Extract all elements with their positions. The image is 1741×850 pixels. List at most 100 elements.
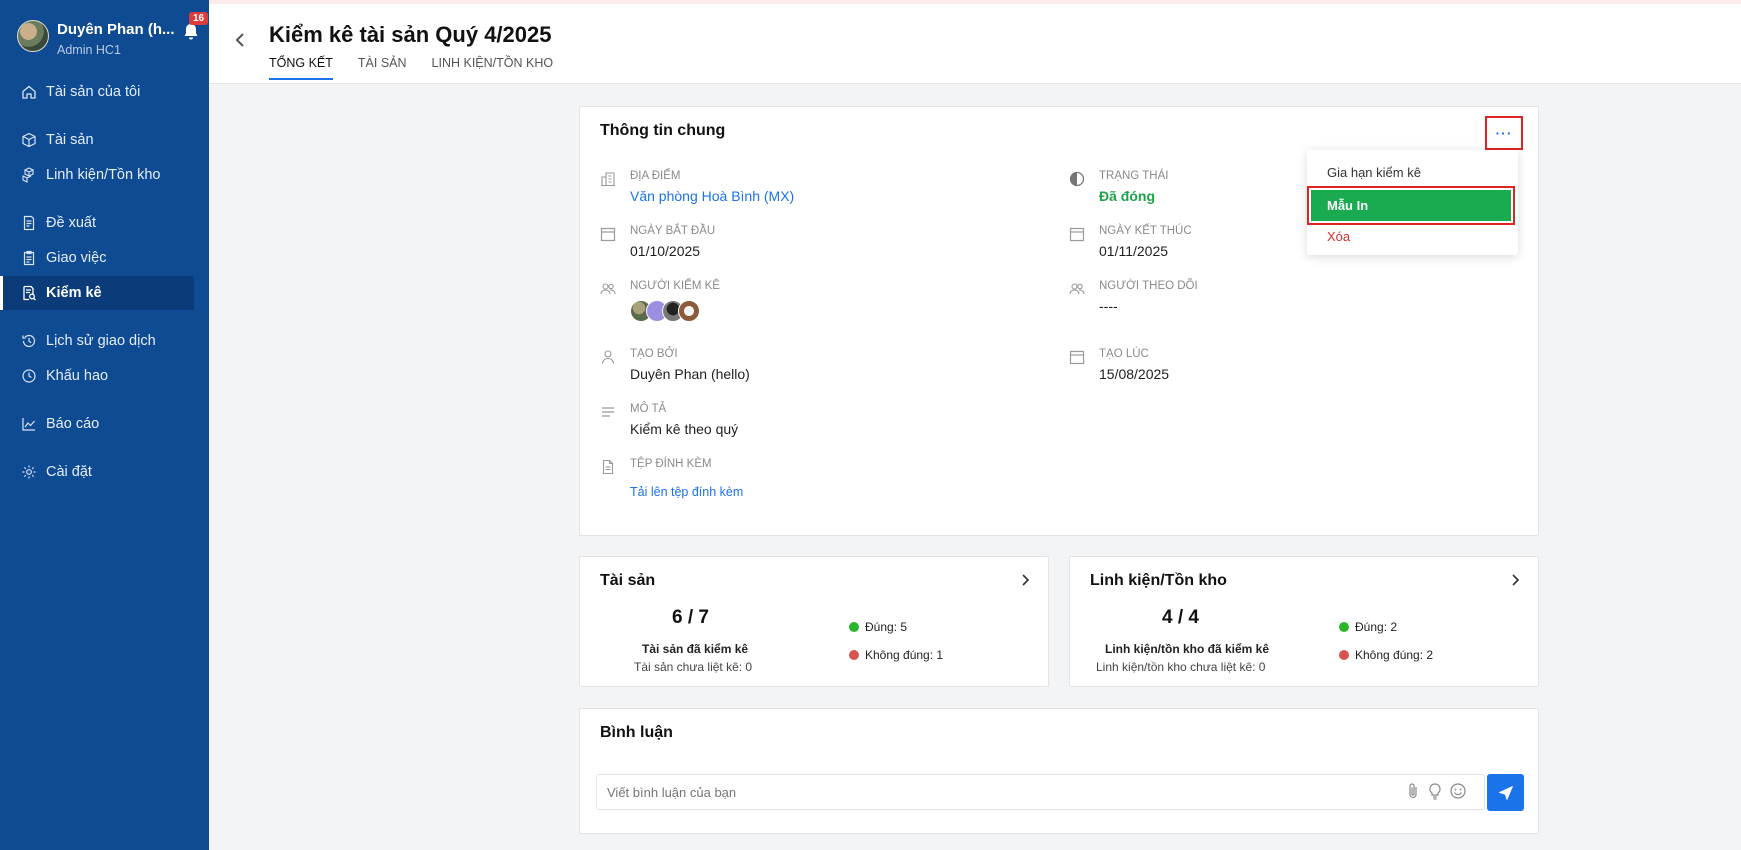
back-arrow-icon[interactable] [233, 30, 247, 50]
sidebar-item-settings[interactable]: Cài đặt [0, 455, 194, 489]
page-title: Kiểm kê tài sản Quý 4/2025 [269, 22, 552, 47]
tab-assets[interactable]: TÀI SẢN [358, 56, 407, 80]
contrast-icon [1069, 171, 1085, 187]
status-label: TRẠNG THÁI [1099, 170, 1169, 182]
comment-input[interactable] [596, 774, 1485, 810]
user-profile[interactable]: Duyên Phan (h... Admin HC1 16 [17, 12, 209, 62]
assets-summary-card[interactable]: Tài sản 6 / 7 Tài sản đã kiểm kê Tài sản… [579, 556, 1049, 687]
avatar[interactable] [678, 300, 700, 322]
calendar-icon [1069, 350, 1085, 365]
users-icon [600, 283, 616, 295]
sidebar-item-label: Đề xuất [46, 215, 96, 231]
more-options-button[interactable]: ··· [1485, 116, 1523, 150]
sidebar-item-tasks[interactable]: Giao việc [0, 241, 194, 275]
red-dot-icon [1339, 650, 1349, 660]
start-date-label: NGÀY BẮT ĐẦU [630, 225, 716, 237]
comments-card: Bình luận [579, 708, 1539, 834]
asset-unlisted-label: Tài sản chưa liệt kê: 0 [634, 660, 753, 674]
sidebar-item-transaction-history[interactable]: Lịch sử giao dịch [0, 324, 194, 358]
red-dot-icon [849, 650, 859, 660]
card-title: Thông tin chung [600, 122, 726, 139]
correct-count: Đúng: 5 [865, 620, 908, 634]
upload-attachment-link[interactable]: Tải lên tệp đính kèm [630, 485, 743, 499]
component-unlisted-label: Linh kiện/tồn kho chưa liệt kê: 0 [1096, 660, 1266, 674]
created-at-value: 15/08/2025 [1099, 366, 1170, 382]
start-date-value: 01/10/2025 [630, 243, 701, 259]
component-checked-label: Linh kiện/tồn kho đã kiểm kê [1105, 642, 1270, 656]
legend-correct: Đúng: 5 [849, 620, 907, 634]
sidebar-item-label: Linh kiện/Tồn kho [46, 167, 161, 183]
ellipsis-icon: ··· [1495, 125, 1513, 141]
tab-bar: TỔNG KẾT TÀI SẢN LINH KIỆN/TỒN KHO [269, 56, 578, 80]
file-icon [602, 459, 614, 475]
tab-components[interactable]: LINH KIỆN/TỒN KHO [432, 56, 554, 80]
more-options-menu: Gia hạn kiểm kê Mẫu In Xóa [1307, 150, 1518, 255]
component-ratio: 4 / 4 [1162, 607, 1199, 628]
status-value: Đã đóng [1099, 188, 1155, 204]
incorrect-count: Không đúng: 1 [865, 648, 944, 662]
calendar-icon [1069, 227, 1085, 242]
box-icon [20, 131, 38, 149]
align-left-icon [602, 407, 614, 417]
chevron-right-icon[interactable] [1020, 573, 1032, 587]
sidebar-item-my-assets[interactable]: Tài sản của tôi [0, 75, 194, 109]
sidebar-item-audit[interactable]: Kiểm kê [0, 276, 194, 310]
comment-tools [1405, 782, 1467, 800]
sidebar-item-label: Tài sản của tôi [46, 84, 141, 100]
end-date-value: 01/11/2025 [1099, 243, 1169, 259]
sidebar-item-assets[interactable]: Tài sản [0, 123, 194, 157]
bell-icon[interactable] [181, 22, 201, 42]
user-role: Admin HC1 [57, 43, 121, 57]
followers-label: NGƯỜI THEO DÕI [1099, 280, 1198, 292]
chevron-right-icon[interactable] [1510, 573, 1522, 587]
sidebar-item-label: Kiểm kê [46, 285, 102, 301]
menu-item-extend-audit[interactable]: Gia hạn kiểm kê [1307, 157, 1518, 187]
sidebar-item-depreciation[interactable]: Khấu hao [0, 359, 194, 393]
auditor-avatars[interactable] [630, 300, 700, 322]
components-summary-card[interactable]: Linh kiện/Tồn kho 4 / 4 Linh kiện/tồn kh… [1069, 556, 1539, 687]
incorrect-count: Không đúng: 2 [1355, 648, 1434, 662]
clipboard-icon [20, 249, 38, 267]
location-value[interactable]: Văn phòng Hoà Bình (MX) [630, 188, 794, 204]
created-by-label: TẠO BỞI [630, 348, 678, 360]
sidebar-item-label: Khấu hao [46, 368, 109, 384]
gear-icon [20, 463, 38, 481]
avatar[interactable] [17, 20, 49, 52]
legend-incorrect: Không đúng: 1 [849, 648, 943, 662]
green-dot-icon [1339, 622, 1349, 632]
description-label: MÔ TẢ [630, 403, 667, 415]
lightbulb-icon[interactable] [1427, 782, 1443, 800]
location-label: ĐỊA ĐIỂM [630, 170, 681, 182]
created-by-value: Duyên Phan (hello) [630, 366, 750, 382]
sidebar-item-reports[interactable]: Báo cáo [0, 407, 194, 441]
menu-item-delete[interactable]: Xóa [1307, 221, 1518, 251]
clock-icon [20, 367, 38, 385]
audit-icon [20, 284, 38, 302]
emoji-icon[interactable] [1449, 782, 1467, 800]
notification-count-badge: 16 [189, 12, 209, 25]
sidebar-item-label: Lịch sử giao dịch [46, 333, 156, 349]
card-title: Bình luận [600, 724, 673, 741]
sidebar-item-label: Báo cáo [46, 416, 100, 432]
tab-summary[interactable]: TỔNG KẾT [269, 56, 333, 80]
end-date-label: NGÀY KẾT THÚC [1099, 225, 1192, 237]
history-icon [20, 332, 38, 350]
building-icon [601, 172, 615, 187]
users-icon [1069, 283, 1085, 295]
sidebar-item-proposals[interactable]: Đề xuất [0, 206, 194, 240]
document-icon [20, 214, 38, 232]
paperclip-icon[interactable] [1405, 782, 1421, 800]
green-dot-icon [849, 622, 859, 632]
sidebar-item-label: Cài đặt [46, 464, 92, 480]
send-icon [1498, 785, 1513, 800]
created-at-label: TẠO LÚC [1099, 348, 1149, 360]
legend-correct: Đúng: 2 [1339, 620, 1397, 634]
followers-value: ---- [1099, 298, 1118, 314]
user-icon [601, 350, 615, 364]
sidebar-item-label: Giao việc [46, 250, 107, 266]
sidebar-item-label: Tài sản [46, 132, 94, 148]
send-comment-button[interactable] [1487, 774, 1524, 811]
menu-item-print-template[interactable]: Mẫu In [1311, 190, 1511, 221]
sidebar-item-components[interactable]: Linh kiện/Tồn kho [0, 158, 194, 192]
page-header: Kiểm kê tài sản Quý 4/2025 TỔNG KẾT TÀI … [209, 4, 1741, 84]
